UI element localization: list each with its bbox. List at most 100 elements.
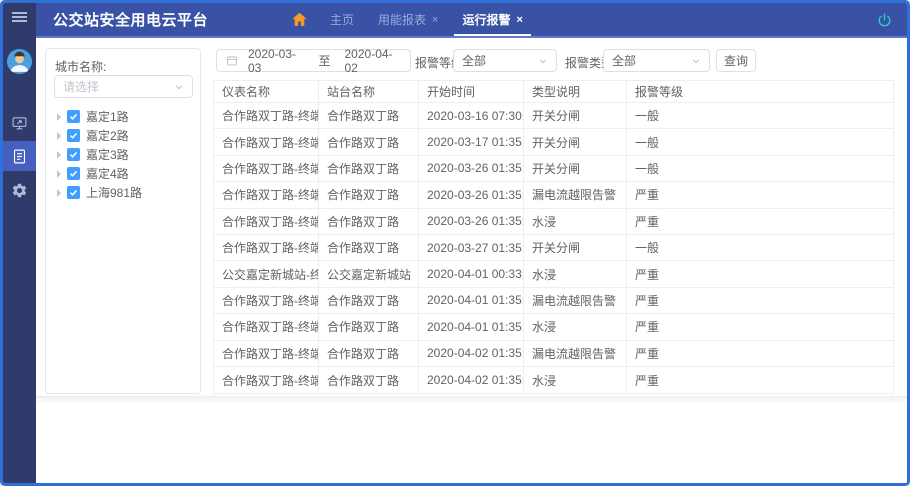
cell-type-desc: 水浸 xyxy=(524,314,627,340)
caret-right-icon[interactable] xyxy=(57,131,61,140)
tree-item-label: 嘉定3路 xyxy=(86,148,129,162)
cell-alarm-level: 一般 xyxy=(635,135,660,150)
caret-right-icon[interactable] xyxy=(57,188,61,197)
chevron-down-icon xyxy=(692,58,700,63)
caret-right-icon[interactable] xyxy=(57,112,61,121)
hamburger-icon xyxy=(12,10,27,24)
home-icon[interactable] xyxy=(291,11,308,28)
checkbox-checked[interactable] xyxy=(67,110,80,123)
cell-meter-name: 合作路双丁路-终端1 xyxy=(214,155,319,182)
cell-type-desc: 水浸 xyxy=(524,366,627,394)
sidebar-item-settings[interactable] xyxy=(3,175,36,205)
cell-type-desc: 水浸 xyxy=(524,261,627,287)
table-row[interactable]: 合作路双丁路-终端1 合作路双丁路 2020-03-26 01:35:40 水浸… xyxy=(214,208,893,235)
city-select-placeholder: 请选择 xyxy=(63,80,100,94)
check-icon xyxy=(69,189,78,196)
alarm-level-select[interactable]: 全部 xyxy=(453,49,557,72)
search-button[interactable]: 查询 xyxy=(716,49,756,72)
table-row[interactable]: 合作路双丁路-终端1 合作路双丁路 2020-03-26 01:35:38 漏电… xyxy=(214,182,893,209)
cell-alarm-level: 严重 xyxy=(635,214,660,229)
cell-start-time: 2020-03-26 01:35:36 xyxy=(419,155,524,182)
tree-item[interactable]: 嘉定3路 xyxy=(46,145,200,164)
tab-home[interactable]: 主页 xyxy=(318,3,366,36)
tree-item-label: 嘉定2路 xyxy=(86,129,129,143)
cell-meter-name: 合作路双丁路-终端1 xyxy=(214,208,319,234)
city-select[interactable]: 请选择 xyxy=(54,75,193,98)
start-date-value[interactable]: 2020-03-03 xyxy=(248,47,305,75)
menu-toggle-button[interactable] xyxy=(3,3,36,31)
page-title: 公交站安全用电云平台 xyxy=(53,12,209,29)
tree-item[interactable]: 嘉定2路 xyxy=(46,126,200,145)
tab-energy-report[interactable]: 用能报表 × xyxy=(366,3,450,36)
cell-alarm-level: 严重 xyxy=(635,346,660,361)
city-tree: 嘉定1路 嘉定2路 嘉定3路 嘉定4路 上海981路 xyxy=(46,107,200,202)
end-date-value[interactable]: 2020-04-02 xyxy=(345,47,402,75)
cell-alarm-level: 一般 xyxy=(635,109,660,124)
tab-operation-alarm[interactable]: 运行报警 × xyxy=(450,3,534,36)
cell-meter-name: 合作路双丁路-终端1 xyxy=(214,182,319,208)
sidebar-item-reports[interactable] xyxy=(3,141,36,171)
cell-station-name: 合作路双丁路 xyxy=(319,103,419,129)
checkbox-checked[interactable] xyxy=(67,186,80,199)
checkbox-checked[interactable] xyxy=(67,148,80,161)
cell-station-name: 合作路双丁路 xyxy=(319,129,419,155)
checkbox-checked[interactable] xyxy=(67,167,80,180)
close-tab-icon[interactable]: × xyxy=(516,14,522,26)
cell-start-time: 2020-04-01 00:33:07 xyxy=(419,261,524,287)
tree-item[interactable]: 上海981路 xyxy=(46,183,200,202)
cell-station-name: 合作路双丁路 xyxy=(319,182,419,208)
date-separator: 至 xyxy=(318,54,331,68)
tree-item[interactable]: 嘉定4路 xyxy=(46,164,200,183)
cell-start-time: 2020-03-26 01:35:40 xyxy=(419,208,524,234)
cell-meter-name: 合作路双丁路-终端1 xyxy=(214,234,319,261)
table-row[interactable]: 合作路双丁路-终端1 合作路双丁路 2020-04-02 01:35:40 水浸… xyxy=(214,366,893,394)
table-row[interactable]: 合作路双丁路-终端1 合作路双丁路 2020-04-01 01:35:38 漏电… xyxy=(214,287,893,315)
logout-power-icon[interactable] xyxy=(876,12,893,29)
chevron-down-icon xyxy=(175,84,183,89)
cell-start-time: 2020-03-16 07:30:07 xyxy=(419,103,524,129)
table-row[interactable]: 合作路双丁路-终端1 合作路双丁路 2020-04-01 01:35:40 水浸… xyxy=(214,314,893,341)
cell-station-name: 合作路双丁路 xyxy=(319,208,419,234)
caret-right-icon[interactable] xyxy=(57,169,61,178)
monitor-icon xyxy=(12,116,27,129)
tree-item-label: 嘉定1路 xyxy=(86,110,129,124)
header-type-desc: 类型说明 xyxy=(524,81,627,102)
alarm-type-value: 全部 xyxy=(612,54,637,68)
cell-station-name: 公交嘉定新城站 xyxy=(319,261,419,287)
caret-right-icon[interactable] xyxy=(57,150,61,159)
alarm-type-select[interactable]: 全部 xyxy=(603,49,710,72)
cell-alarm-level: 严重 xyxy=(635,267,660,282)
header-meter-name: 仪表名称 xyxy=(214,81,319,102)
close-tab-icon[interactable]: × xyxy=(432,14,438,26)
tree-item[interactable]: 嘉定1路 xyxy=(46,107,200,126)
report-icon xyxy=(13,149,26,163)
city-name-label: 城市名称: xyxy=(55,60,107,74)
gear-icon xyxy=(12,183,27,197)
tab-bar: 主页 用能报表 × 运行报警 × xyxy=(291,3,535,36)
cell-alarm-level: 一般 xyxy=(635,241,660,256)
table-row[interactable]: 合作路双丁路-终端1 合作路双丁路 2020-03-16 07:30:07 开关… xyxy=(214,103,893,130)
tab-label: 用能报表 xyxy=(378,13,427,27)
app-window: 公交站安全用电云平台 主页 用能报表 × 运行报警 × 城市名称: 请选择 嘉定… xyxy=(0,0,910,486)
table-row[interactable]: 公交嘉定新城站-终端1 公交嘉定新城站 2020-04-01 00:33:07 … xyxy=(214,261,893,288)
table-row[interactable]: 合作路双丁路-终端1 合作路双丁路 2020-04-02 01:35:40 漏电… xyxy=(214,340,893,367)
cell-meter-name: 合作路双丁路-终端1 xyxy=(214,366,319,394)
cell-type-desc: 开关分闸 xyxy=(524,234,627,261)
table-row[interactable]: 合作路双丁路-终端1 合作路双丁路 2020-03-27 01:35:36 开关… xyxy=(214,234,893,262)
checkbox-checked[interactable] xyxy=(67,129,80,142)
alarm-table: 仪表名称 站台名称 开始时间 类型说明 报警等级 合作路双丁路-终端1 合作路双… xyxy=(213,80,894,395)
cell-start-time: 2020-04-02 01:35:40 xyxy=(419,340,524,366)
check-icon xyxy=(69,151,78,158)
check-icon xyxy=(69,113,78,120)
city-tree-panel: 城市名称: 请选择 嘉定1路 嘉定2路 嘉定3路 嘉定4路 上海981路 xyxy=(45,48,201,394)
table-row[interactable]: 合作路双丁路-终端1 合作路双丁路 2020-03-26 01:35:36 开关… xyxy=(214,155,893,183)
date-range-picker[interactable]: 2020-03-03 至 2020-04-02 xyxy=(216,47,411,75)
cell-start-time: 2020-03-27 01:35:36 xyxy=(419,234,524,261)
content-area: 城市名称: 请选择 嘉定1路 嘉定2路 嘉定3路 嘉定4路 上海981路 202… xyxy=(36,38,907,483)
user-avatar[interactable] xyxy=(7,49,32,74)
sidebar-item-monitor[interactable] xyxy=(3,108,36,138)
table-header-row: 仪表名称 站台名称 开始时间 类型说明 报警等级 xyxy=(214,81,893,103)
tree-item-label: 嘉定4路 xyxy=(86,167,129,181)
top-bar: 公交站安全用电云平台 主页 用能报表 × 运行报警 × xyxy=(36,3,907,38)
table-row[interactable]: 合作路双丁路-终端1 合作路双丁路 2020-03-17 01:35:36 开关… xyxy=(214,129,893,156)
